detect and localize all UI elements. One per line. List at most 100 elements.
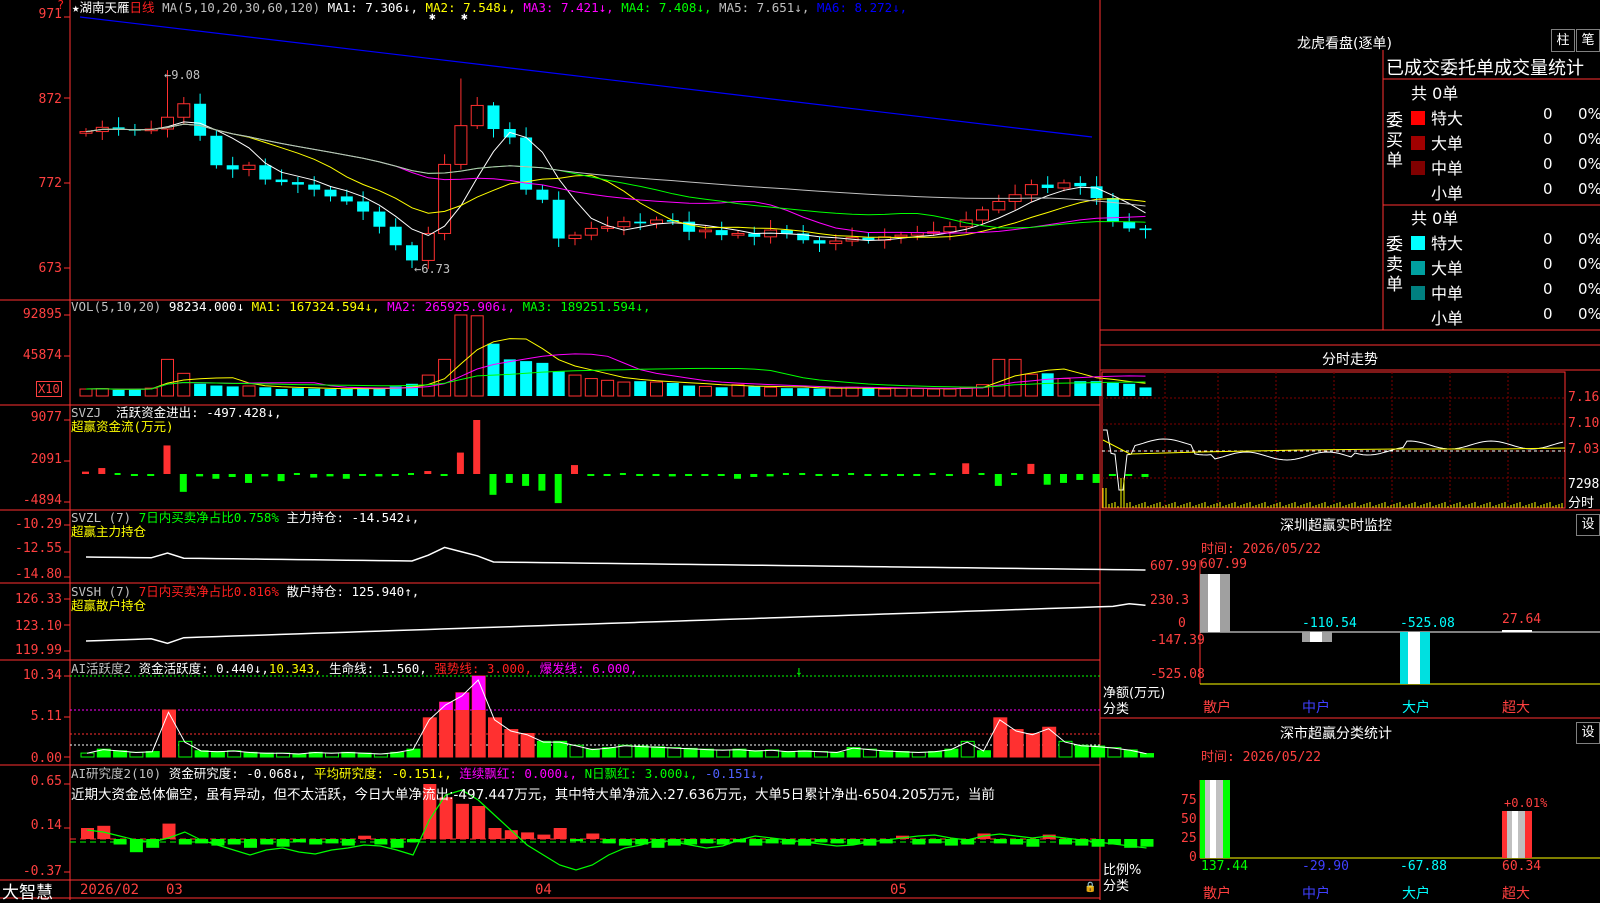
y-label: -4894 — [22, 493, 62, 508]
monitor-y-label: -525.08 — [1150, 667, 1205, 682]
classify-y-label: 50 — [1181, 812, 1197, 827]
lock-icon[interactable]: 🔒 — [1084, 882, 1096, 893]
stock-name[interactable]: 湖南天雁 — [80, 0, 130, 15]
volume-bar — [1139, 387, 1152, 396]
research-bar — [488, 828, 502, 839]
order-type: 小单 — [1431, 184, 1464, 203]
volume-bar — [601, 379, 615, 397]
volume-bar — [291, 388, 304, 396]
candle-body — [1123, 221, 1136, 229]
activity-bar — [977, 750, 991, 758]
ma-values: MA1: 7.306↓, MA2: 7.548↓, MA3: 7.421↓, M… — [328, 0, 908, 15]
order-pct: 0% — [1578, 230, 1600, 248]
candle-body — [242, 164, 256, 170]
volume-bar — [634, 381, 647, 396]
candle-body — [454, 125, 468, 165]
volume-bar — [862, 388, 875, 396]
volume-bar — [894, 387, 908, 397]
volume-bar — [813, 388, 826, 396]
intraday-title: 分时走势 — [1322, 352, 1378, 368]
chart-canvas[interactable]: ↓ — [0, 0, 1600, 900]
volume-bar — [1123, 383, 1136, 396]
activity-bar — [683, 747, 698, 758]
period-label[interactable]: 日线 — [130, 0, 155, 15]
candle-body — [373, 211, 386, 227]
vol-unit-badge[interactable]: X10 — [36, 381, 62, 397]
volume-bar — [503, 359, 516, 396]
candle-body — [715, 230, 728, 236]
flow-bar — [147, 474, 155, 476]
order-count: 0 — [1543, 305, 1553, 323]
volume-bar — [308, 388, 321, 396]
dragon-tiger-header: 已成交委托单成交量统计 — [1386, 58, 1584, 79]
brand-logo[interactable]: 大智慧 — [2, 878, 53, 903]
volume-bar — [357, 388, 370, 396]
research-bar — [570, 839, 583, 842]
y-label: 2091 — [30, 452, 62, 467]
activity-bar — [1009, 729, 1024, 758]
favorite-star-icon: ★ — [72, 0, 80, 15]
monitor-category: 大户 — [1402, 700, 1430, 716]
bar-mode-button[interactable]: 柱 — [1551, 29, 1575, 52]
monitor-category: 中户 — [1302, 700, 1330, 716]
research-bar — [341, 839, 355, 846]
classify-category: 中户 — [1302, 886, 1330, 902]
flow-bar — [408, 473, 414, 475]
research-bar — [1026, 839, 1040, 847]
intraday-price-line — [1103, 429, 1564, 491]
y-label: 9077 — [30, 410, 62, 425]
activity-bar — [129, 751, 144, 758]
classify-time: 时间: 2026/05/22 — [1201, 750, 1321, 765]
activity-bar — [1074, 744, 1089, 758]
volume-bar — [1090, 381, 1103, 396]
order-type: 小单 — [1431, 309, 1464, 328]
flow-bar — [440, 474, 448, 476]
volume-bar — [748, 386, 761, 396]
volume-bar — [568, 374, 582, 397]
order-pct: 0% — [1578, 180, 1600, 198]
candle-body — [813, 240, 826, 244]
flow-bar — [962, 463, 970, 474]
classify-settings-button[interactable]: 设 — [1576, 722, 1600, 744]
candle-body — [698, 229, 712, 233]
flow-bar — [310, 474, 318, 478]
activity-bar — [1091, 745, 1106, 758]
monitor-settings-button[interactable]: 设 — [1576, 514, 1600, 536]
y-label: 0.65 — [30, 774, 62, 789]
monitor-category: 散户 — [1203, 700, 1231, 716]
research-bar — [244, 839, 257, 848]
volume-bar — [584, 378, 598, 397]
order-row: 小单 — [1411, 305, 1463, 329]
y-label: 5.11 — [30, 709, 62, 724]
candle-body — [1024, 184, 1038, 196]
flow-bar — [668, 474, 676, 477]
research-bar — [325, 839, 339, 844]
ma-value-1: MA1: 7.306↓, — [327, 0, 418, 15]
research-bar — [1140, 839, 1154, 847]
flow-bar — [538, 474, 546, 491]
x-label: 04 — [535, 882, 552, 898]
volume-bar — [683, 385, 696, 396]
order-pct: 0% — [1578, 255, 1600, 273]
candle-body — [536, 189, 549, 200]
high-price-mark: ←9.08 — [164, 68, 201, 82]
svzl-subtitle: 超赢主力持仓 — [71, 524, 147, 539]
volume-bar — [373, 389, 386, 396]
ma-value-5: MA5: 7.651↓, — [711, 0, 810, 15]
activity-bar — [585, 748, 600, 758]
activity-bar — [1042, 726, 1057, 758]
volume-bar — [161, 358, 174, 397]
asterisk-mark: ✱ — [429, 10, 436, 23]
flow-bar — [1125, 474, 1133, 476]
research-bar — [472, 806, 486, 839]
monitor-value: 607.99 — [1200, 557, 1247, 572]
flow-bar — [587, 474, 595, 476]
y-label: 0.14 — [30, 818, 62, 833]
volume-bar — [1041, 373, 1054, 396]
volume-bar — [1024, 373, 1038, 397]
svsh-pane-title: SVSH (7) 7日内买卖净占比0.816% 散户持仓: 125.940↑, — [71, 584, 420, 599]
pen-mode-button[interactable]: 笔 — [1576, 29, 1600, 52]
research-bar — [390, 839, 404, 848]
activity-bar — [422, 717, 437, 758]
volume-bar — [992, 358, 1006, 397]
